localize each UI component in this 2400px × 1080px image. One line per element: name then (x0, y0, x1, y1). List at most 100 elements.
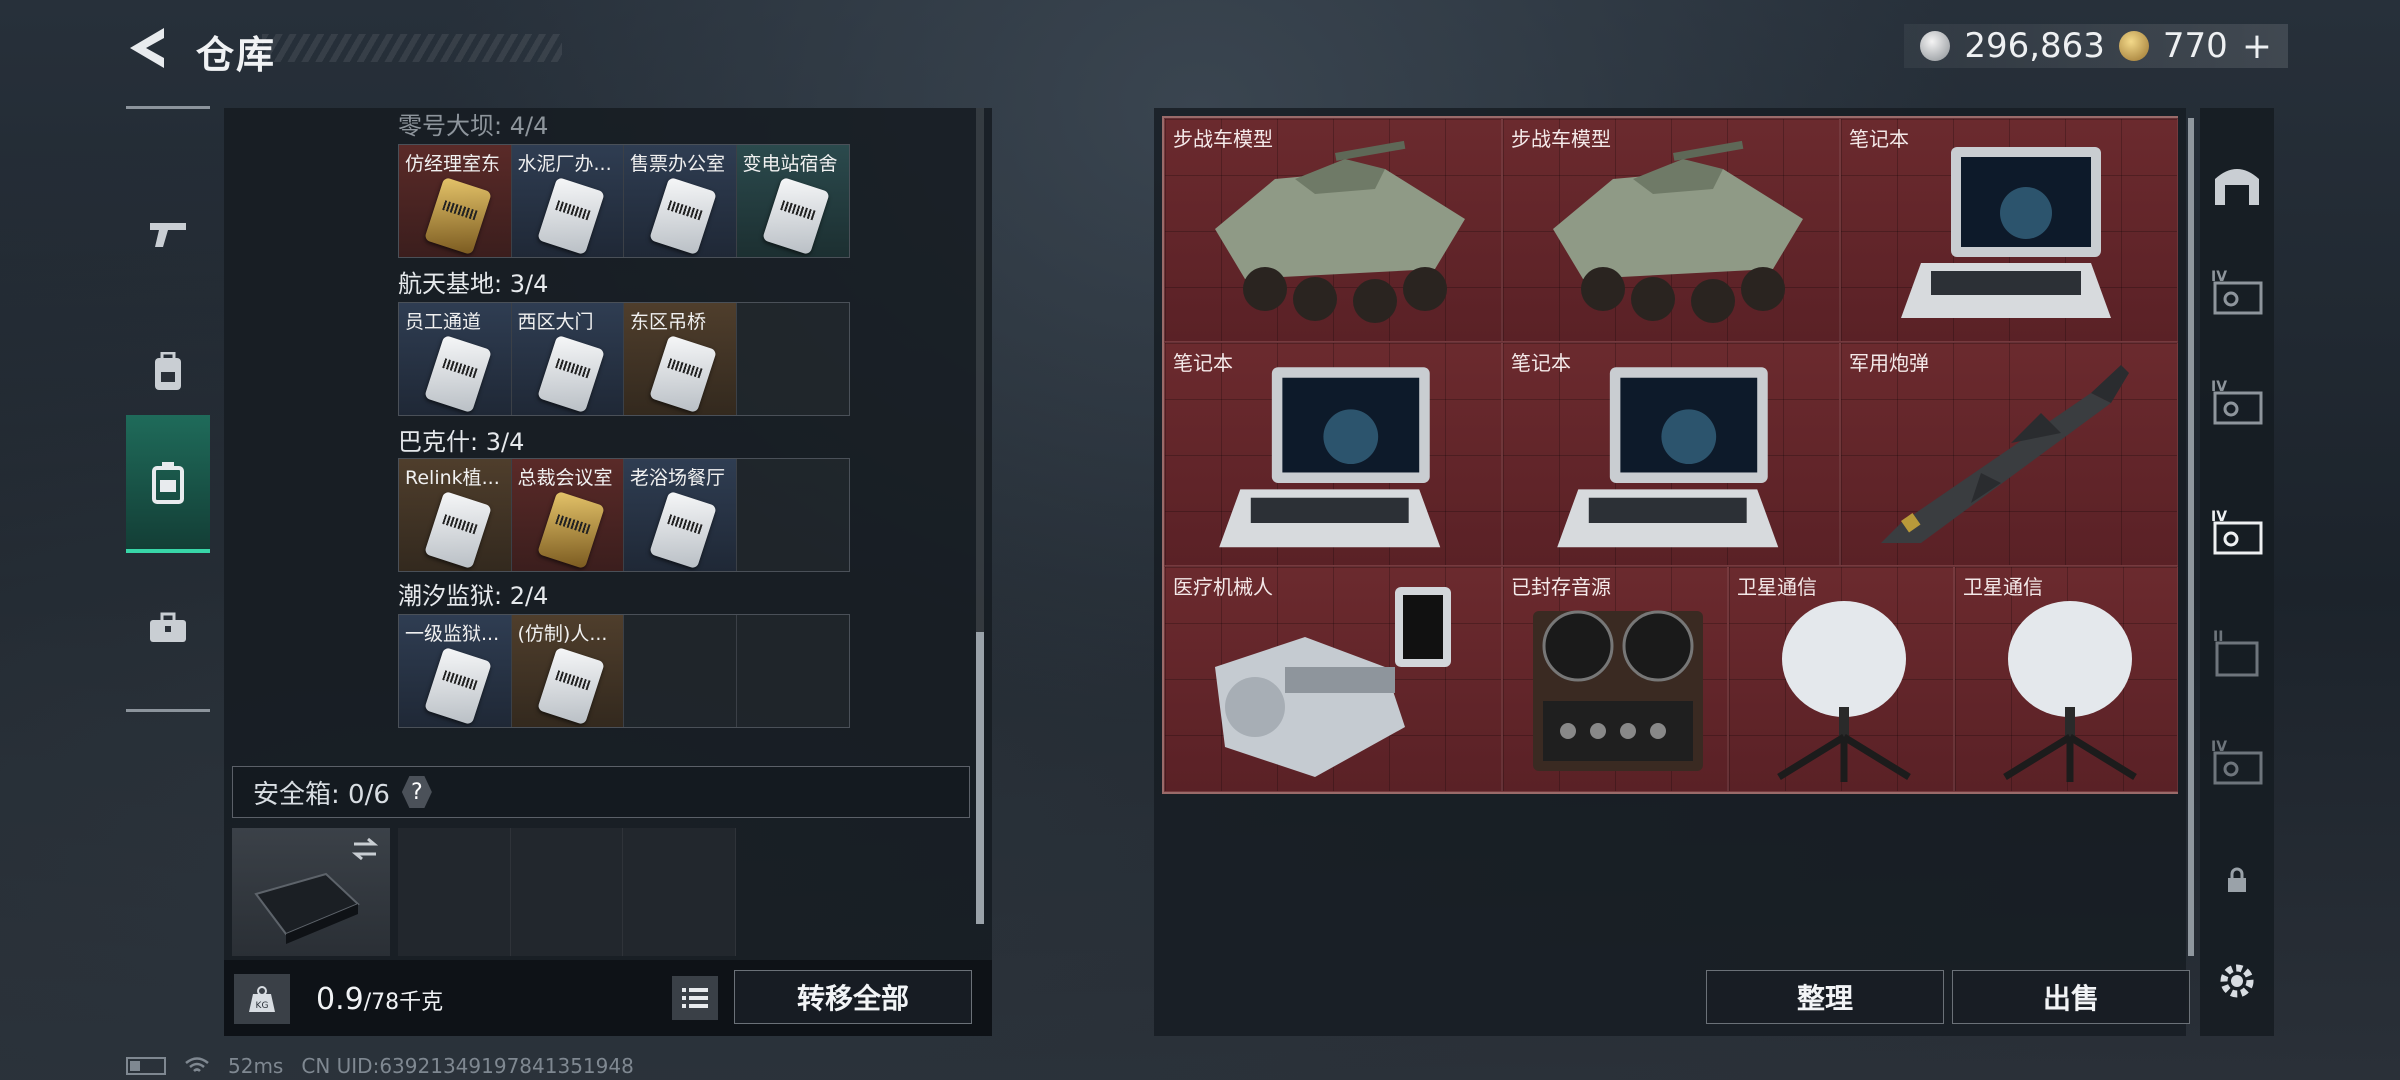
max-weight: /78千克 (363, 990, 444, 1015)
empty-slot[interactable] (623, 828, 737, 956)
svg-text:II: II (2213, 629, 2223, 645)
key-card-label: 一级监狱... (405, 623, 500, 645)
key-card-slot[interactable]: 售票办公室 (624, 145, 737, 257)
key-card-slot[interactable]: 老浴场餐厅 (624, 459, 737, 571)
silver-amount: 296,863 (1964, 26, 2105, 66)
organize-button[interactable]: 整理 (1706, 970, 1944, 1024)
key-card-slot[interactable]: 变电站宿舍 (736, 145, 849, 257)
currency-bar: 296,863 770 + (1904, 24, 2288, 68)
inventory-item[interactable]: 步战车模型 (1164, 118, 1502, 342)
inventory-grid: 步战车模型 步战车模型 笔记本 笔记本 笔记本 军用炮弹 医疗机械人 已封存音源… (1162, 116, 2178, 794)
weight-readout: 0.9/78千克 (316, 982, 443, 1017)
misc-tab[interactable] (126, 559, 210, 697)
empty-slot[interactable] (737, 303, 850, 415)
ifv-model-icon (1553, 140, 1803, 323)
key-card-label: 变电站宿舍 (742, 153, 838, 175)
key-card-icon (424, 176, 492, 256)
item-label: 军用炮弹 (1849, 351, 1929, 375)
inventory-item[interactable]: 笔记本 (1502, 342, 1840, 566)
list-view-button[interactable] (672, 976, 718, 1020)
svg-text:KG: KG (256, 1001, 269, 1011)
left-category-rail (126, 106, 210, 712)
key-card-slot[interactable]: 仿经理室东 (399, 145, 512, 257)
item-label: 笔记本 (1173, 351, 1233, 375)
add-currency-button[interactable]: + (2242, 26, 2272, 67)
key-card-slot[interactable]: 员工通道 (399, 303, 512, 415)
key-card-icon (536, 490, 605, 570)
key-card-icon (649, 176, 717, 256)
weapons-tab[interactable] (126, 165, 210, 303)
safe-box-label: 安全箱: 0/6 (253, 779, 390, 810)
empty-slot[interactable] (511, 828, 624, 956)
back-icon[interactable] (124, 22, 170, 74)
key-card-icon (761, 176, 830, 256)
key-row: Relink植... 总裁会议室 老浴场餐厅 (398, 458, 850, 572)
sell-button[interactable]: 出售 (1952, 970, 2190, 1024)
item-label: 笔记本 (1849, 127, 1909, 151)
case-tab[interactable]: IV (2200, 708, 2274, 818)
item-label: 步战车模型 (1511, 127, 1611, 151)
reel-recorder-icon (1533, 610, 1703, 771)
case-tab[interactable]: IV (2200, 348, 2274, 458)
uid-readout: CN UID:63921349197841351948 (301, 1054, 634, 1078)
key-card-slot[interactable]: 一级监狱... (399, 615, 512, 727)
key-card-icon (424, 646, 492, 726)
right-scrollbar[interactable] (2188, 118, 2194, 956)
laptop-icon (1901, 147, 2111, 318)
battery-icon (126, 1057, 166, 1075)
briefcase-icon (150, 612, 186, 642)
inventory-item[interactable]: 笔记本 (1164, 342, 1502, 566)
key-row: 一级监狱... (仿制)人... (398, 614, 850, 728)
svg-text:IV: IV (2211, 509, 2227, 525)
backpack-icon (155, 352, 181, 390)
transfer-all-button[interactable]: 转移全部 (734, 970, 972, 1024)
inventory-item[interactable]: 已封存音源 (1502, 566, 1728, 792)
inventory-item[interactable]: 卫星通信 (1728, 566, 1954, 792)
key-card-icon (649, 490, 717, 570)
key-card-slot[interactable]: 总裁会议室 (511, 459, 624, 571)
key-card-label: Relink植... (405, 467, 500, 489)
inventory-item[interactable]: 卫星通信 (1954, 566, 2178, 792)
left-scroll-thumb[interactable] (976, 632, 984, 924)
key-card-slot[interactable]: 西区大门 (511, 303, 624, 415)
inventory-item[interactable]: 笔记本 (1840, 118, 2178, 342)
iv-case-active-icon: IV (2211, 509, 2263, 555)
case-tab[interactable]: IV (2200, 238, 2274, 348)
inventory-item[interactable]: 军用炮弹 (1840, 342, 2178, 566)
key-card-slot[interactable]: Relink植... (399, 459, 512, 571)
inventory-item[interactable]: 医疗机械人 (1164, 566, 1502, 792)
empty-slot[interactable] (737, 459, 850, 571)
safe-box-header: 安全箱: 0/6 ? (232, 766, 970, 818)
key-card-slot[interactable]: (仿制)人... (511, 615, 624, 727)
lock-icon (2228, 867, 2246, 892)
title-decoration (262, 34, 562, 62)
current-weight: 0.9 (316, 982, 364, 1017)
key-card-icon (649, 334, 717, 414)
key-card-label: 西区大门 (517, 311, 594, 333)
inventory-item[interactable]: 步战车模型 (1502, 118, 1840, 342)
key-card-label: 老浴场餐厅 (630, 467, 726, 489)
safe-box-slots (398, 828, 737, 956)
artillery-shell-icon (1881, 365, 2129, 543)
key-card-icon (424, 334, 492, 414)
svg-text:IV: IV (2211, 269, 2227, 285)
swap-icon[interactable] (350, 836, 380, 862)
help-icon[interactable]: ? (401, 776, 432, 808)
empty-slot[interactable] (398, 828, 511, 956)
key-card-slot[interactable]: 水泥厂办... (511, 145, 624, 257)
case-tab[interactable]: II (2200, 598, 2274, 708)
keys-tab[interactable] (126, 415, 210, 553)
empty-slot[interactable] (737, 615, 850, 727)
key-card-label: 总裁会议室 (517, 467, 613, 489)
case-tab-active[interactable]: IV (2200, 478, 2274, 588)
gear-icon (2220, 964, 2254, 998)
ifv-model-icon (1215, 140, 1465, 323)
wifi-icon (185, 1057, 209, 1072)
safe-box-item[interactable] (232, 828, 390, 956)
key-card-slot[interactable]: 东区吊桥 (624, 303, 737, 415)
warehouse-tab[interactable] (2200, 128, 2274, 238)
list-icon (682, 988, 708, 1008)
empty-slot[interactable] (624, 615, 737, 727)
settings-button[interactable] (2200, 936, 2274, 1026)
locked-tab[interactable] (2200, 850, 2274, 910)
